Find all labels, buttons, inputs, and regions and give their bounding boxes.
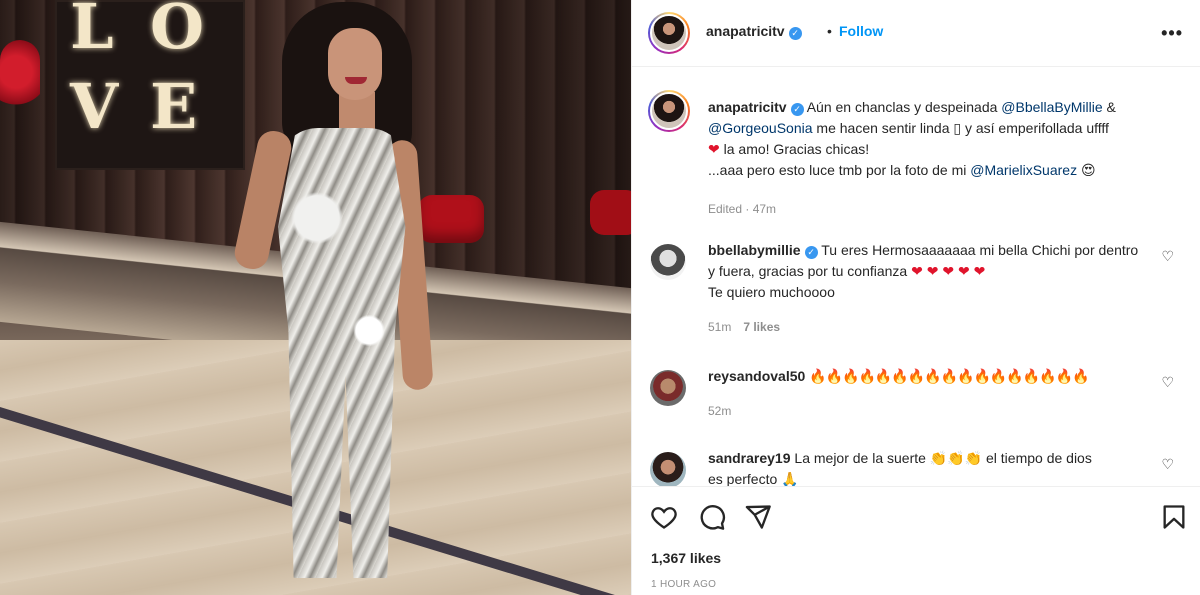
comment-time[interactable]: 52m bbox=[708, 404, 731, 418]
author-avatar[interactable] bbox=[648, 12, 690, 54]
likes-count[interactable]: 1,367 likes bbox=[651, 550, 721, 566]
photo-chair bbox=[418, 195, 484, 243]
comment-text: sandrarey19 La mejor de la suerte 👏👏👏 el… bbox=[708, 450, 1092, 486]
author-avatar[interactable] bbox=[648, 90, 690, 132]
verified-icon: ✓ bbox=[790, 103, 804, 116]
commenter-avatar[interactable] bbox=[650, 452, 686, 486]
comments-list[interactable]: anapatricitv ✓ Aún en chanclas y despeina… bbox=[632, 68, 1200, 486]
bookmark-icon[interactable] bbox=[1160, 503, 1188, 531]
commenter-username[interactable]: reysandoval50 bbox=[708, 368, 805, 384]
love-letter: L bbox=[70, 0, 116, 63]
more-options-icon[interactable]: ••• bbox=[1161, 23, 1183, 44]
mention-link[interactable]: @BbellaByMillie bbox=[1001, 99, 1102, 115]
post-dialog: L O V E anapatricitv ✓ • Follow ••• anap… bbox=[0, 0, 1200, 595]
comment-text: reysandoval50 🔥🔥🔥🔥🔥🔥🔥🔥🔥🔥🔥🔥🔥🔥🔥🔥🔥 52m bbox=[708, 366, 1143, 422]
separator-dot: • bbox=[827, 23, 832, 39]
comment-meta: 51m 7 likes bbox=[708, 317, 1143, 338]
commenter-avatar[interactable] bbox=[650, 244, 686, 280]
fire-emoji: 🔥🔥🔥🔥🔥🔥🔥🔥🔥🔥🔥🔥🔥🔥🔥🔥🔥 bbox=[809, 368, 1089, 384]
heart-emoji: ❤ ❤ ❤ ❤ ❤ bbox=[911, 263, 986, 279]
share-icon[interactable] bbox=[744, 503, 772, 531]
photo-chair bbox=[590, 190, 631, 235]
verified-icon: ✓ bbox=[804, 246, 818, 259]
photo-flowers bbox=[0, 40, 40, 120]
mention-link[interactable]: @MarielixSuarez bbox=[970, 162, 1077, 178]
commenter-username[interactable]: bbellabymillie bbox=[708, 242, 801, 258]
love-letter: E bbox=[150, 70, 200, 143]
author-username[interactable]: anapatricitv ✓ bbox=[706, 23, 802, 40]
comment-time[interactable]: 51m bbox=[708, 320, 731, 334]
love-letter: V bbox=[70, 70, 121, 143]
like-comment-icon[interactable]: ♡ bbox=[1161, 456, 1174, 473]
clap-emoji: 👏👏👏 bbox=[929, 450, 983, 466]
comment-text: bbellabymillie ✓ Tu eres Hermosaaaaaaa mi… bbox=[708, 240, 1143, 338]
commenter-username[interactable]: sandrarey19 bbox=[708, 450, 791, 466]
post-header: anapatricitv ✓ • Follow ••• bbox=[632, 0, 1200, 67]
post-time[interactable]: 1 HOUR AGO bbox=[651, 579, 716, 590]
like-comment-icon[interactable]: ♡ bbox=[1161, 374, 1174, 391]
mention-link[interactable]: @GorgeouSonia bbox=[708, 120, 813, 136]
heart-icon[interactable] bbox=[650, 503, 678, 531]
comment-icon[interactable] bbox=[698, 503, 726, 531]
post-side-panel: anapatricitv ✓ • Follow ••• anapatricitv ✓… bbox=[631, 0, 1200, 595]
caption-meta: Edited · 47m bbox=[708, 202, 777, 216]
heart-eyes-emoji: 😍 bbox=[1080, 162, 1096, 178]
comment-likes[interactable]: 7 likes bbox=[743, 320, 780, 334]
follow-button[interactable]: Follow bbox=[839, 23, 883, 39]
verified-icon: ✓ bbox=[788, 27, 802, 40]
photo-person-face bbox=[328, 28, 382, 100]
caption-username[interactable]: anapatricitv bbox=[708, 99, 787, 115]
commenter-avatar[interactable] bbox=[650, 370, 686, 406]
heart-emoji: ❤ bbox=[708, 141, 720, 157]
post-photo[interactable]: L O V E bbox=[0, 0, 631, 595]
post-actions: 1,367 likes 1 HOUR AGO bbox=[632, 486, 1200, 595]
comment-meta: 52m bbox=[708, 401, 1143, 422]
like-comment-icon[interactable]: ♡ bbox=[1161, 248, 1174, 265]
caption-text: anapatricitv ✓ Aún en chanclas y despeina… bbox=[708, 97, 1143, 220]
love-letter: O bbox=[150, 0, 207, 63]
